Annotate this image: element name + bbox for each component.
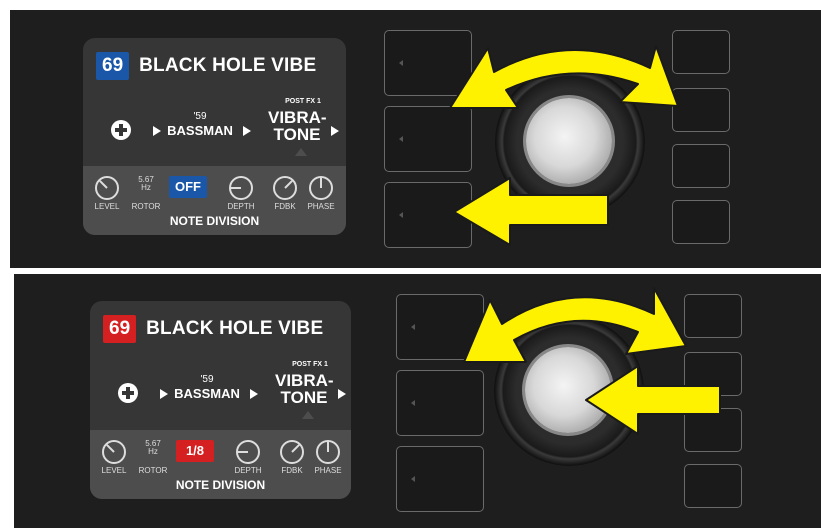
- rotate-arrow-icon: [449, 45, 679, 109]
- amp-panel-top: 69 BLACK HOLE VIBE '59 BASSMAN POST FX 1…: [10, 10, 821, 268]
- gesture-arrows: [449, 45, 679, 246]
- amp-panel-bottom: 69 BLACK HOLE VIBE '59 BASSMAN POST FX 1…: [14, 274, 821, 528]
- press-dial-arrow-icon: [585, 365, 721, 435]
- rotate-arrow-icon: [463, 287, 687, 363]
- press-left-arrow-icon: [453, 177, 609, 246]
- gesture-arrows: [463, 287, 721, 435]
